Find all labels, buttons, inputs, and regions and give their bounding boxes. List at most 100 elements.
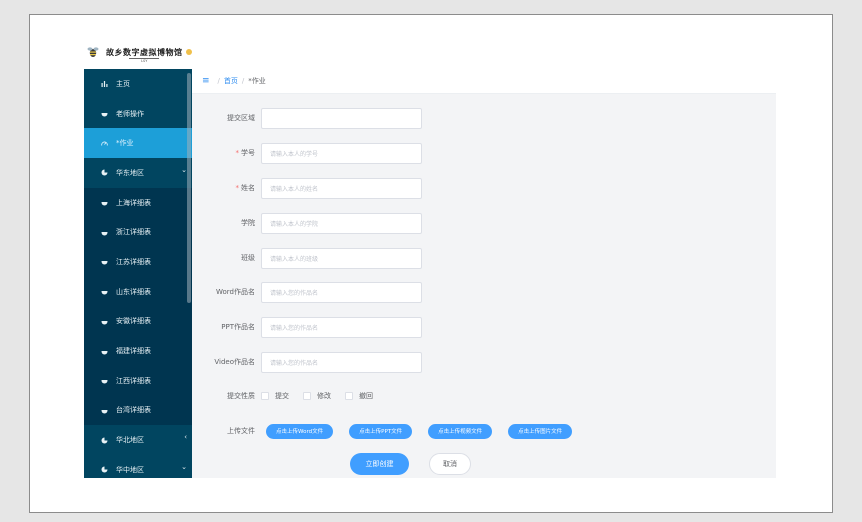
main-content: ≡ / 首页 / *作业 提交区域 * 学号 请输入本人的学号 * 姓名 请输入本人… (192, 69, 776, 478)
checkbox-label: 撤回 (359, 392, 373, 400)
sidebar-item-label: 山东详细表 (116, 287, 151, 296)
sidebar-menu: 主页 老师操作 *作业 华东地区 ⌄ 上海详细表 浙江详细表 江苏详细表 山东详… (84, 69, 192, 478)
bee-logo-icon (87, 46, 99, 57)
name-label: * 姓名 (192, 183, 261, 193)
breadcrumb-current: *作业 (248, 77, 266, 85)
breadcrumb: ≡ / 首页 / *作业 (192, 69, 776, 94)
student-id-label-text: 学号 (241, 149, 255, 157)
logo-dot-icon (185, 48, 192, 55)
ppt-work-input[interactable]: 请输入您的作品名 (261, 316, 422, 338)
speedometer-icon (101, 140, 108, 147)
sidebar-item-label: 江苏详细表 (116, 257, 151, 266)
form-row-upload: 上传文件 点击上传Word文件 点击上传PPT文件 点击上传视频文件 点击上传图… (192, 420, 776, 442)
sidebar-item-taiwan[interactable]: 台湾详细表 (84, 395, 192, 426)
create-button[interactable]: 立即创建 (350, 453, 409, 475)
name-label-text: 姓名 (241, 184, 255, 192)
video-work-label: Video作品名 (214, 358, 255, 366)
logo[interactable]: 故乡数字虚拟博物馆 LSY (106, 47, 183, 63)
circle-half-icon (101, 407, 108, 414)
cancel-button[interactable]: 取消 (429, 453, 471, 475)
breadcrumb-home-link[interactable]: 首页 (224, 76, 238, 86)
checkbox-withdraw[interactable]: 撤回 (345, 391, 373, 401)
circle-half-icon (101, 466, 108, 473)
chevron-down-icon: ⌄ (181, 462, 187, 471)
sidebar-item-label: 华东地区 (116, 168, 144, 177)
sidebar-item-label: *作业 (116, 139, 134, 148)
form-row-college: 学院 请输入本人的学院 (192, 212, 776, 234)
circle-half-icon (101, 288, 108, 295)
college-label: 学院 (241, 219, 255, 227)
top-header: 故乡数字虚拟博物馆 LSY (84, 40, 776, 69)
sidebar-item-shanghai[interactable]: 上海详细表 (84, 187, 192, 218)
sidebar-item-teacher[interactable]: 老师操作 (84, 98, 192, 129)
form-row-class: 班级 请输入本人的班级 (192, 247, 776, 269)
student-id-input[interactable]: 请输入本人的学号 (261, 142, 422, 164)
circle-half-icon (101, 229, 108, 236)
circle-half-icon (101, 437, 108, 444)
nature-label: 提交性质 (227, 392, 255, 400)
form-row-word-work: Word作品名 请输入您的作品名 (192, 281, 776, 303)
sidebar-item-label: 老师操作 (116, 109, 144, 118)
sidebar-item-label: 浙江详细表 (116, 228, 151, 237)
form-row-submit-area: 提交区域 (192, 107, 776, 129)
hamburger-menu-icon[interactable]: ≡ (202, 76, 210, 86)
submit-area-label: 提交区域 (227, 114, 255, 122)
logo-title: 故乡数字虚拟博物馆 (106, 46, 183, 57)
sidebar-item-fujian[interactable]: 福建详细表 (84, 336, 192, 366)
upload-image-button[interactable]: 点击上传图片文件 (508, 423, 573, 439)
required-mark: * (235, 149, 240, 157)
sidebar-item-label: 福建详细表 (116, 347, 151, 356)
sidebar-item-shandong[interactable]: 山东详细表 (84, 276, 192, 307)
word-work-input[interactable]: 请输入您的作品名 (261, 281, 422, 303)
sidebar-item-home[interactable]: 主页 (84, 69, 192, 99)
sidebar-item-anhui[interactable]: 安徽详细表 (84, 306, 192, 337)
chevron-left-icon: ‹ (184, 433, 187, 442)
bar-chart-icon (101, 80, 108, 88)
sidebar-item-zhejiang[interactable]: 浙江详细表 (84, 217, 192, 248)
sidebar-item-jiangxi[interactable]: 江西详细表 (84, 365, 192, 396)
checkbox-box[interactable] (303, 392, 311, 400)
submit-area-input[interactable] (261, 107, 422, 129)
sidebar-item-label: 台湾详细表 (116, 406, 151, 415)
checkbox-box[interactable] (345, 392, 353, 400)
logo-subtitle: LSY (129, 57, 160, 63)
name-input[interactable]: 请输入本人的姓名 (261, 177, 422, 199)
form-row-student-id: * 学号 请输入本人的学号 (192, 142, 776, 164)
checkbox-modify[interactable]: 修改 (303, 391, 331, 401)
checkbox-submit[interactable]: 提交 (261, 391, 289, 401)
sidebar-item-label: 上海详细表 (116, 198, 151, 207)
circle-half-icon (101, 318, 108, 325)
breadcrumb-separator: / (241, 77, 245, 85)
sidebar-item-label: 主页 (116, 79, 130, 88)
upload-video-button[interactable]: 点击上传视频文件 (428, 423, 493, 439)
upload-label: 上传文件 (227, 427, 255, 435)
college-input[interactable]: 请输入本人的学院 (261, 212, 422, 234)
video-work-input[interactable]: 请输入您的作品名 (261, 351, 422, 373)
sidebar-scrollbar[interactable] (187, 73, 191, 303)
ppt-work-label: PPT作品名 (221, 323, 255, 331)
upload-word-button[interactable]: 点击上传Word文件 (266, 423, 334, 439)
sidebar-item-jiangsu[interactable]: 江苏详细表 (84, 247, 192, 277)
sidebar-item-central-china[interactable]: 华中地区 ⌄ (84, 454, 192, 478)
form-row-name: * 姓名 请输入本人的姓名 (192, 177, 776, 199)
sidebar-item-homework[interactable]: *作业 (84, 128, 192, 159)
form-row-nature: 提交性质 提交 修改 撤回 (192, 385, 776, 407)
class-input[interactable]: 请输入本人的班级 (261, 247, 422, 269)
checkbox-box[interactable] (261, 392, 269, 400)
sidebar-item-label: 华北地区 (116, 436, 144, 445)
checkbox-label: 修改 (317, 392, 331, 400)
sidebar: 主页 老师操作 *作业 华东地区 ⌄ 上海详细表 浙江详细表 江苏详细表 山东详… (84, 69, 192, 478)
circle-half-icon (101, 348, 108, 355)
circle-half-icon (101, 199, 108, 206)
word-work-label: Word作品名 (216, 288, 255, 296)
class-label: 班级 (241, 254, 255, 262)
sidebar-item-label: 安徽详细表 (116, 317, 151, 326)
homework-form: 提交区域 * 学号 请输入本人的学号 * 姓名 请输入本人的姓名 学院 请输入本人的… (192, 94, 776, 478)
student-id-label: * 学号 (192, 148, 261, 158)
sidebar-item-east-china[interactable]: 华东地区 ⌄ (84, 158, 192, 188)
app-window: 故乡数字虚拟博物馆 LSY 主页 老师操作 *作业 华东地区 ⌄ 上海详细表 浙… (84, 40, 776, 478)
circle-half-icon (101, 377, 108, 384)
upload-ppt-button[interactable]: 点击上传PPT文件 (349, 423, 413, 439)
circle-half-icon (101, 169, 108, 176)
sidebar-item-north-china[interactable]: 华北地区 ‹ (84, 425, 192, 455)
